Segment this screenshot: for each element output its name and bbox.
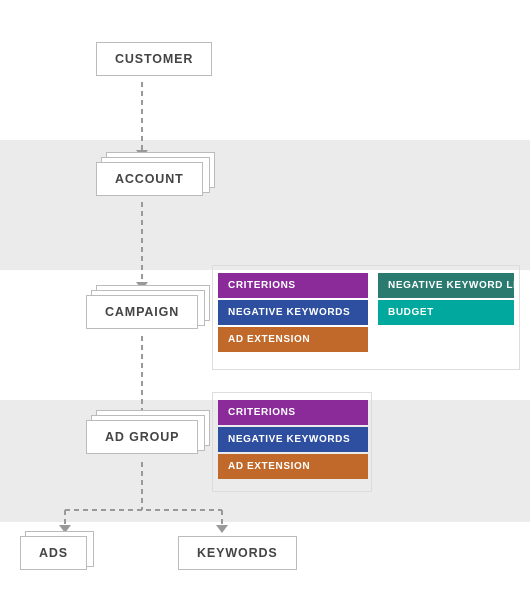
account-box: ACCOUNT: [96, 162, 203, 196]
keywords-box: KEYWORDS: [178, 536, 297, 570]
adgroup-node: AD GROUP: [86, 420, 198, 454]
ads-label: ADS: [39, 546, 68, 560]
account-node: ACCOUNT: [96, 162, 203, 196]
campaign-label: CAMPAIGN: [105, 305, 179, 319]
customer-node: CUSTOMER: [96, 42, 212, 76]
ads-node: ADS: [20, 536, 87, 570]
ads-box: ADS: [20, 536, 87, 570]
customer-label: CUSTOMER: [115, 52, 193, 66]
campaign-box: CAMPAIGN: [86, 295, 198, 329]
adgroup-tags-container: [212, 392, 372, 492]
customer-box: CUSTOMER: [96, 42, 212, 76]
campaign-node: CAMPAIGN: [86, 295, 198, 329]
adgroup-box: AD GROUP: [86, 420, 198, 454]
account-label: ACCOUNT: [115, 172, 184, 186]
keywords-label: KEYWORDS: [197, 546, 278, 560]
band-2: [0, 140, 530, 270]
keywords-node: KEYWORDS: [178, 536, 297, 570]
page: CUSTOMER ACCOUNT CAMPAIGN CRITERIONS NEG…: [0, 0, 530, 612]
adgroup-label: AD GROUP: [105, 430, 179, 444]
band-1: [0, 0, 530, 140]
campaign-tags-container: [212, 265, 520, 370]
